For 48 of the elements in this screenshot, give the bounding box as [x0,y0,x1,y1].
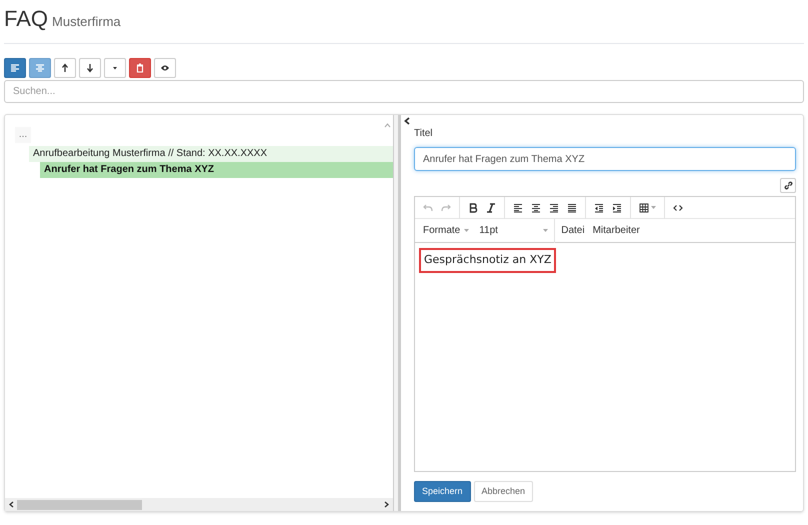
indent-icon [612,202,622,212]
font-size-select[interactable]: 11pt [479,218,556,242]
title-field[interactable]: Anrufer hat Fragen zum Thema XYZ [414,147,796,171]
align-left-icon [10,63,20,73]
arrow-down-button[interactable] [79,58,101,78]
note-text[interactable]: Gesprächsnotiz an XYZ [419,248,556,272]
link-icon [784,181,792,190]
arrow-up-button[interactable] [54,58,76,78]
scrollbar-thumb[interactable] [17,500,142,510]
collapse-icon[interactable] [404,117,410,125]
justify-icon [567,202,577,212]
caret-icon [464,229,470,232]
save-button[interactable]: Speichern [414,481,471,502]
eye-button[interactable] [154,58,176,78]
title-label: Titel [414,127,434,141]
horizontal-scrollbar[interactable] [5,498,393,511]
arrow-down-icon [85,63,95,73]
bold-icon [468,202,478,212]
align-center-icon [531,202,541,212]
page-subtitle: Musterfirma [52,13,121,31]
code-icon [673,202,683,212]
tree-item[interactable]: Anrufer hat Fragen zum Thema XYZ [40,162,393,178]
eye-icon [160,63,170,73]
tree-item[interactable]: Anrufbearbeitung Musterfirma // Stand: XX.XX.XXXX [29,146,393,162]
caret-icon [651,206,656,209]
menu-item[interactable]: Datei [561,223,585,238]
link-button[interactable] [780,178,796,193]
scroll-left-icon[interactable] [9,501,14,508]
trash-icon [135,63,145,73]
align-center-icon [35,63,45,73]
menu-item[interactable]: Mitarbeiter [592,223,640,238]
outdent-icon [594,202,604,212]
align-left-icon [513,202,523,212]
arrow-up-icon [60,63,70,73]
caret-icon [543,229,548,232]
align-left-button[interactable] [4,58,26,78]
align-right-icon [549,202,559,212]
italic-icon [486,202,496,212]
page-title: FAQ [4,5,48,33]
trash-button[interactable] [129,58,151,78]
tree-item[interactable]: ... [15,127,31,143]
search-field[interactable]: Suchen... [4,80,804,103]
formats-menu[interactable]: Formate [423,223,470,238]
table-icon [639,202,649,212]
undo-icon [423,202,433,212]
redo-icon [441,202,451,212]
scroll-right-icon[interactable] [384,501,389,508]
cancel-button[interactable]: Abbrechen [474,481,534,502]
